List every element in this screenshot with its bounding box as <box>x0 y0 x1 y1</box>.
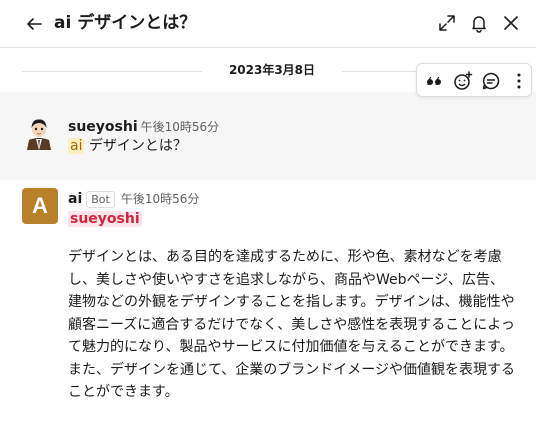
message-header: ai Bot 午後10時56分 <box>68 189 199 208</box>
message-header: sueyoshi 午後10時56分 <box>68 117 219 136</box>
divider-line <box>342 71 418 72</box>
user-avatar[interactable] <box>24 116 54 150</box>
message-text: ai デザインとは？ <box>68 136 187 156</box>
message-timestamp[interactable]: 午後10時56分 <box>141 120 220 134</box>
message-body: デザインとは？ <box>88 138 187 154</box>
expand-icon[interactable] <box>437 13 457 33</box>
bot-badge: Bot <box>86 191 115 208</box>
bot-avatar[interactable]: A <box>22 188 58 224</box>
mention-ai[interactable]: ai <box>68 138 85 154</box>
message-timestamp[interactable]: 午後10時56分 <box>121 192 200 206</box>
date-label[interactable]: 2023年3月8日 <box>212 61 332 79</box>
more-actions-icon[interactable] <box>508 70 530 92</box>
reply-in-thread-icon[interactable] <box>480 70 502 92</box>
divider-line <box>22 71 202 72</box>
quote-icon[interactable] <box>424 70 446 92</box>
author-name[interactable]: sueyoshi <box>68 119 138 135</box>
mention-sueyoshi[interactable]: sueyoshi <box>68 211 142 227</box>
bell-icon[interactable] <box>469 13 489 33</box>
thread-header: ai デザインとは？ <box>0 0 536 48</box>
message-mention-line: sueyoshi <box>68 209 142 228</box>
thread-title: ai デザインとは？ <box>54 13 197 33</box>
close-icon[interactable] <box>501 13 521 33</box>
back-arrow-icon[interactable] <box>24 14 44 34</box>
add-reaction-icon[interactable] <box>452 70 474 92</box>
author-name[interactable]: ai <box>68 191 82 207</box>
message-actions-toolbar <box>416 63 532 97</box>
message-body: デザインとは、ある目的を達成するために、形や色、素材などを考慮し、美しさや使いや… <box>68 249 516 400</box>
